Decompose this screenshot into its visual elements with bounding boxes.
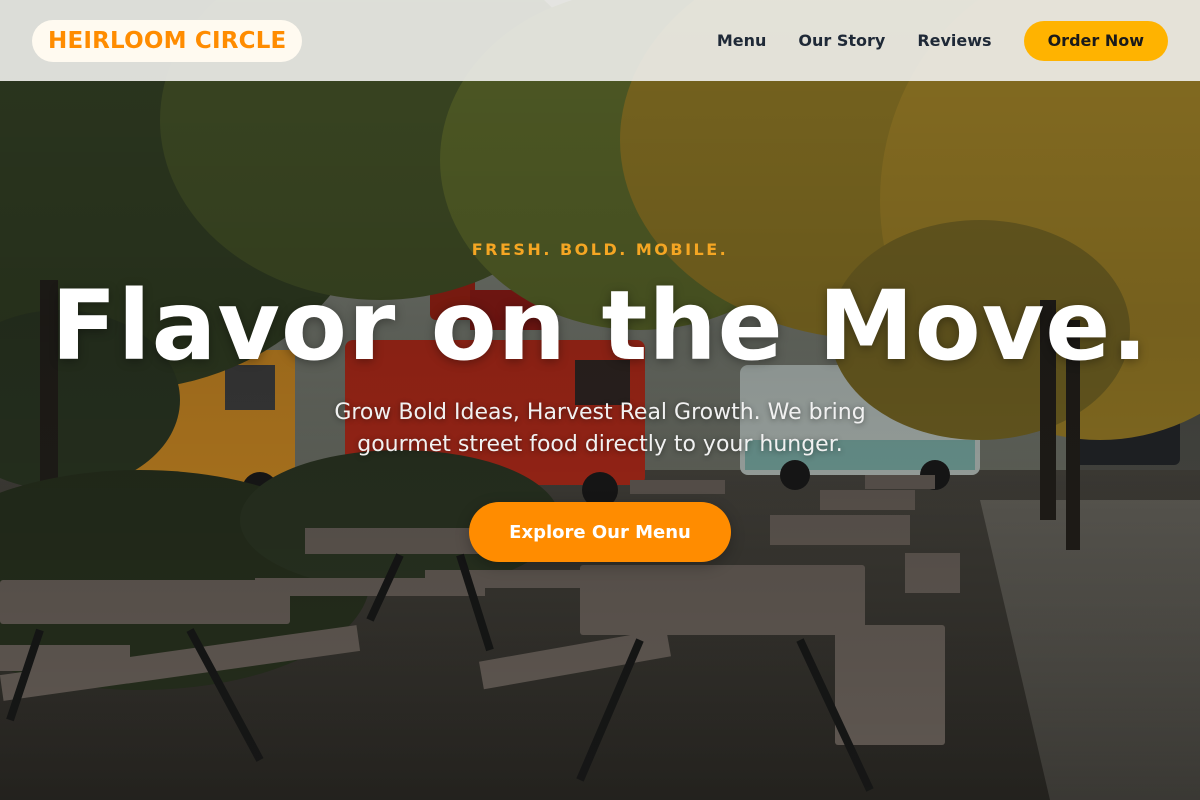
main-nav: Menu Our Story Reviews Order Now [717, 20, 1168, 61]
hero-subtext: Grow Bold Ideas, Harvest Real Growth. We… [334, 400, 866, 457]
explore-menu-button[interactable]: Explore Our Menu [469, 502, 731, 562]
nav-link-menu[interactable]: Menu [717, 31, 767, 50]
nav-link-reviews[interactable]: Reviews [917, 31, 991, 50]
site-header: HEIRLOOM CIRCLE Menu Our Story Reviews O… [0, 0, 1200, 81]
site-logo[interactable]: HEIRLOOM CIRCLE [32, 19, 303, 62]
order-now-button[interactable]: Order Now [1023, 20, 1168, 61]
hero-headline: Flavor on the Move. [51, 270, 1149, 382]
landing-page: HEIRLOOM CIRCLE Menu Our Story Reviews O… [0, 0, 1200, 800]
nav-link-our-story[interactable]: Our Story [798, 31, 885, 50]
hero-tagline: FRESH. BOLD. MOBILE. [471, 240, 729, 259]
hero-section: FRESH. BOLD. MOBILE. Flavor on the Move.… [0, 81, 1200, 800]
